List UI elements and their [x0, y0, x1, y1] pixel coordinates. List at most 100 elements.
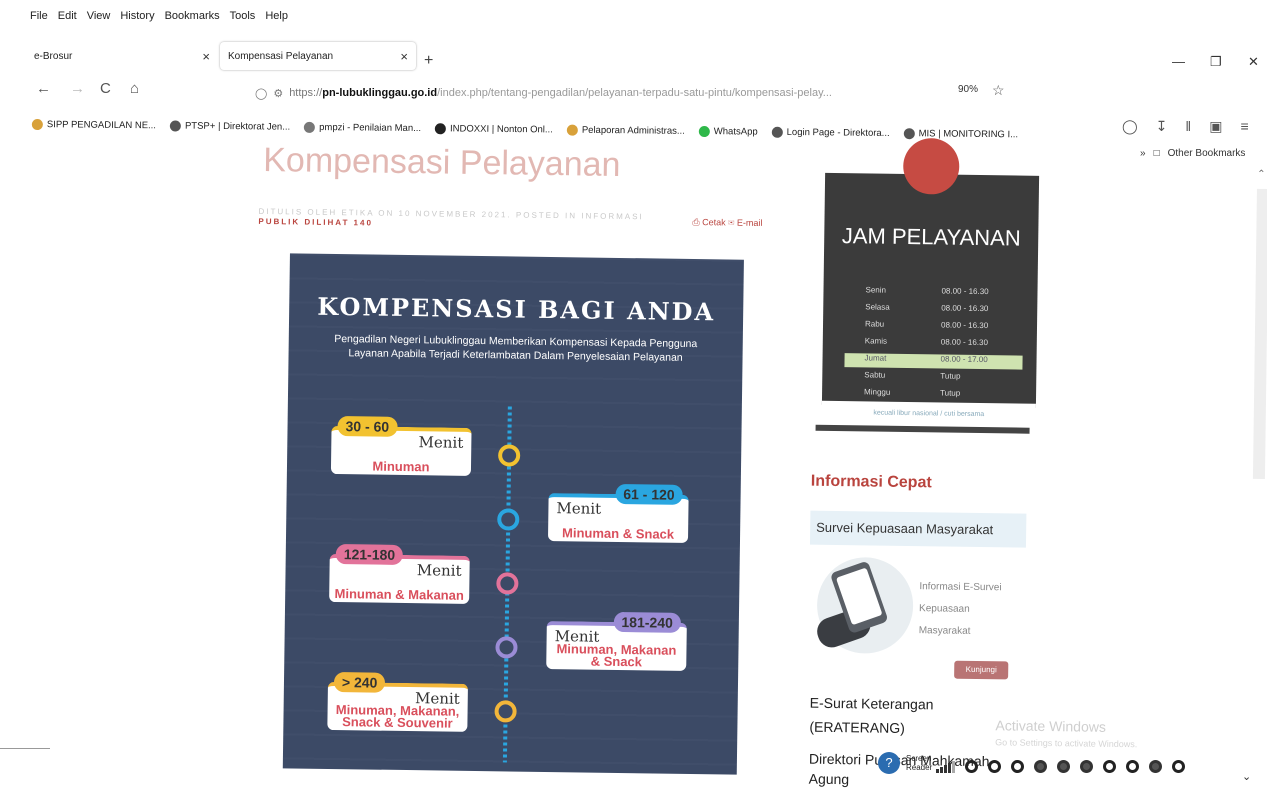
new-tab-button[interactable]: +: [424, 52, 433, 70]
esurat-line: E-Surat Keterangan: [809, 694, 934, 713]
home-icon[interactable]: ⌂: [130, 80, 139, 97]
email-link[interactable]: E-mail: [737, 218, 763, 228]
text-icon[interactable]: [1103, 760, 1116, 773]
scrollbar[interactable]: [1252, 188, 1267, 479]
time-range-badge: 181-240: [613, 611, 681, 633]
quick-info-heading: Informasi Cepat: [810, 472, 932, 492]
grayscale-icon[interactable]: [1149, 760, 1162, 773]
menu-file[interactable]: File: [30, 10, 48, 32]
menu-history[interactable]: History: [120, 10, 154, 32]
bookmark-item[interactable]: WhatsApp: [698, 125, 758, 137]
download-icon[interactable]: ↧: [1156, 118, 1168, 135]
play-icon[interactable]: [965, 760, 978, 773]
reload-icon[interactable]: C: [100, 80, 111, 97]
email-icon[interactable]: ✉: [728, 217, 734, 227]
menu-help[interactable]: Help: [265, 10, 288, 32]
survey-heading[interactable]: Survei Kepuasaan Masyarakat: [809, 510, 1027, 548]
reward-label: Minuman: [372, 458, 430, 475]
bookmark-item[interactable]: PTSP+ | Direktorat Jen...: [169, 119, 290, 132]
compensation-card: 121-180 Menit Minuman & Makanan: [329, 544, 470, 604]
bookmark-item[interactable]: INDOXXI | Nonton Onl...: [435, 122, 553, 135]
sidebar-icon[interactable]: ▣: [1209, 118, 1222, 135]
time-range-badge: 121-180: [335, 544, 404, 565]
close-window-button[interactable]: ✕: [1248, 54, 1259, 70]
compensation-card: 181-240 Menit Minuman, Makanan & Snack: [546, 611, 687, 671]
screen-reader-widget[interactable]: ? Screen Reader: [878, 752, 932, 774]
reward-label: Minuman & Snack: [562, 525, 675, 542]
time-label: Tutup: [940, 371, 961, 381]
reset-icon[interactable]: [1080, 760, 1093, 773]
time-range-badge: > 240: [333, 672, 386, 693]
day-label: Kamis: [864, 336, 888, 346]
menu-edit[interactable]: Edit: [58, 10, 77, 32]
bookmark-star-icon[interactable]: ☆: [992, 82, 1005, 99]
day-label: Rabu: [864, 319, 885, 329]
clock-icon: [902, 137, 960, 195]
service-hours-panel: JAM PELAYANAN Senin 08.00 - 16.30 Selasa 08…: [821, 137, 1040, 408]
bookmark-favicon-icon: [31, 118, 43, 130]
bookmark-item[interactable]: Pelaporan Administras...: [566, 124, 685, 136]
minimize-button[interactable]: —: [1172, 54, 1185, 69]
zoom-out-icon[interactable]: [1057, 760, 1070, 773]
print-icon[interactable]: ⎙: [692, 217, 699, 227]
menu-icon[interactable]: ≡: [1240, 118, 1248, 135]
restore-button[interactable]: ❐: [1210, 54, 1222, 70]
time-label: 08.00 - 16.30: [941, 286, 989, 297]
zoom-level[interactable]: 90%: [958, 84, 978, 95]
library-icon[interactable]: ‖: [1185, 118, 1191, 135]
article-actions: ⎙ Cetak ✉ E-mail: [692, 217, 762, 229]
bookmark-item[interactable]: MIS | MONITORING I...: [903, 127, 1018, 140]
menu-view[interactable]: View: [87, 10, 111, 32]
timeline-node: [498, 444, 521, 467]
service-hours-row: Jumat 08.00 - 17.00: [844, 353, 1023, 370]
page-content: Kompensasi Pelayanan DITULIS OLEH ETIKA …: [0, 131, 1267, 787]
close-icon[interactable]: ×: [400, 49, 408, 64]
tab-kompensasi-pelayanan[interactable]: Kompensasi Pelayanan ×: [220, 42, 416, 70]
url-host: pn-lubuklinggau.go.id: [322, 87, 438, 99]
close-icon[interactable]: ×: [202, 49, 210, 64]
day-label: Jumat: [864, 353, 887, 363]
bookmark-favicon-icon: [903, 127, 915, 139]
url-bar[interactable]: ◯ ⚙ https://pn-lubuklinggau.go.id/index.…: [255, 82, 1015, 104]
zoom-in-icon[interactable]: [1034, 760, 1047, 773]
menu-tools[interactable]: Tools: [230, 10, 256, 32]
pocket-icon[interactable]: ◯: [1122, 118, 1138, 135]
time-label: 08.00 - 17.00: [940, 354, 988, 365]
bookmark-item[interactable]: Login Page - Direktora...: [771, 126, 890, 139]
stop-icon[interactable]: [1011, 760, 1024, 773]
screen-reader-label: Reader: [906, 763, 933, 772]
bookmark-label: Login Page - Direktora...: [786, 126, 890, 139]
activate-windows-watermark: Activate Windows: [995, 717, 1107, 735]
bookmark-label: pmpzi - Penilaian Man...: [319, 121, 422, 134]
shield-icon[interactable]: ◯: [255, 87, 267, 100]
bookmark-favicon-icon: [566, 124, 578, 136]
service-hours-row: Rabu 08.00 - 16.30: [845, 319, 1023, 335]
survey-phone-illustration: [813, 556, 914, 655]
back-icon[interactable]: ←: [36, 80, 51, 97]
chevron-down-icon[interactable]: ⌄: [1242, 770, 1251, 783]
compensation-card: 30 - 60 Menit Minuman: [330, 416, 472, 476]
invert-icon[interactable]: [1172, 760, 1185, 773]
visit-button[interactable]: Kunjungi: [954, 660, 1009, 680]
esurat-link[interactable]: E-Surat Keterangan (ERATERANG): [809, 691, 933, 741]
menu-bar: File Edit View History Bookmarks Tools H…: [30, 10, 288, 32]
timeline-node: [496, 572, 519, 595]
tab-e-brosur[interactable]: e-Brosur ×: [26, 42, 218, 70]
menu-bookmarks[interactable]: Bookmarks: [165, 10, 220, 32]
bookmark-item[interactable]: pmpzi - Penilaian Man...: [304, 121, 422, 134]
pause-icon[interactable]: [988, 760, 1001, 773]
contrast-icon[interactable]: [1126, 760, 1139, 773]
reward-label: Minuman, Makanan, Snack & Souvenir: [335, 702, 460, 731]
compensation-poster: KOMPENSASI BAGI ANDA Pengadilan Negeri L…: [282, 253, 744, 775]
volume-icon[interactable]: [936, 760, 955, 773]
page-title: Kompensasi Pelayanan: [263, 140, 621, 184]
article-meta: DITULIS OLEH ETIKA ON 10 NOVEMBER 2021. …: [258, 207, 698, 233]
bookmark-item[interactable]: SIPP PENGADILAN NE...: [31, 118, 156, 131]
accessibility-icon[interactable]: ?: [878, 752, 900, 774]
scroll-up-icon[interactable]: ⌃: [1257, 169, 1266, 180]
forward-icon[interactable]: →: [70, 80, 85, 97]
compensation-card: 61 - 120 Menit Minuman & Snack: [547, 483, 689, 543]
service-hours-row: Kamis 08.00 - 16.30: [845, 336, 1023, 352]
print-link[interactable]: Cetak: [702, 217, 726, 227]
day-label: Selasa: [865, 302, 890, 312]
